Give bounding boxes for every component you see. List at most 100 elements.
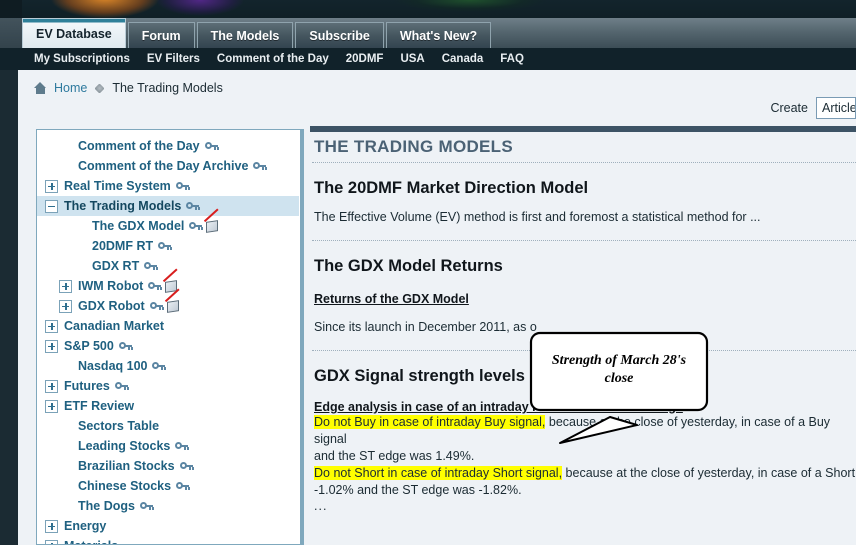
sidebar-item-label: Chinese Stocks — [78, 479, 172, 493]
sidebar-item-real-time-system[interactable]: Real Time System — [37, 176, 299, 196]
sidebar-item-leading-stocks[interactable]: Leading Stocks — [37, 436, 299, 456]
divider-3 — [312, 350, 856, 351]
sidebar-item-label: Comment of the Day Archive — [78, 159, 249, 173]
home-icon — [34, 82, 47, 94]
breadcrumb: Home The Trading Models — [18, 70, 856, 106]
breadcrumb-current: The Trading Models — [112, 81, 223, 95]
sidebar-panel: Comment of the Day Comment of the Day Arc… — [36, 129, 304, 545]
sidebar-item-energy[interactable]: Energy — [37, 516, 299, 536]
create-type-select[interactable]: Article — [816, 97, 856, 119]
tab-subscribe[interactable]: Subscribe — [295, 22, 384, 48]
subnav-my-subscriptions[interactable]: My Subscriptions — [34, 53, 130, 65]
subnav-comment-of-the-day[interactable]: Comment of the Day — [217, 53, 329, 65]
sidebar-item-label: ETF Review — [64, 399, 135, 413]
expand-plus-icon[interactable] — [45, 399, 58, 413]
expand-plus-icon[interactable] — [45, 379, 58, 393]
sidebar-item-the-trading-models[interactable]: The Trading Models — [37, 196, 299, 216]
key-icon — [175, 182, 190, 191]
key-icon — [148, 282, 163, 291]
paragraph-gdx-returns: Since its launch in December 2011, as o — [314, 320, 537, 334]
key-icon — [186, 202, 201, 211]
sidebar-item-gdx-robot[interactable]: GDX Robot — [37, 288, 299, 316]
key-icon — [158, 242, 173, 251]
tab-strip-left-cap — [0, 18, 22, 48]
sidebar-item-label: The GDX Model — [92, 219, 185, 233]
restricted-book-icon — [164, 288, 180, 313]
sidebar-tree: Comment of the Day Comment of the Day Arc… — [37, 130, 299, 544]
sidebar-item-label: Energy — [64, 519, 107, 533]
sidebar-item-gdx-rt[interactable]: GDX RT — [37, 256, 299, 276]
sidebar-item-label: Real Time System — [64, 179, 171, 193]
highlight-do-not-short: Do not Short in case of intraday Short s… — [314, 466, 563, 480]
create-row: Create Article — [770, 95, 856, 121]
expand-plus-icon[interactable] — [45, 519, 58, 533]
expand-plus-icon[interactable] — [45, 319, 58, 333]
heading-gdx-model-returns: The GDX Model Returns — [314, 257, 503, 275]
sidebar-item-futures[interactable]: Futures — [37, 376, 299, 396]
sidebar-item-comment-of-the-day-archive[interactable]: Comment of the Day Archive — [37, 156, 299, 176]
sidebar-item-s-p-500[interactable]: S&P 500 — [37, 336, 299, 356]
key-icon — [253, 162, 268, 171]
sidebar-item-nasdaq-100[interactable]: Nasdaq 100 — [37, 356, 299, 376]
subnav-usa[interactable]: USA — [400, 53, 424, 65]
edge-line-3-rest: because at the close of yesterday, in ca… — [562, 466, 856, 480]
tab-whats-new[interactable]: What's New? — [385, 22, 492, 48]
edge-line-2: and the ST edge was 1.49%. — [314, 449, 475, 463]
expand-plus-icon[interactable] — [45, 539, 58, 544]
primary-tabs: EV Database Forum The Models Subscribe W… — [22, 18, 493, 48]
sidebar-item-label: GDX Robot — [78, 299, 145, 313]
sidebar-item-chinese-stocks[interactable]: Chinese Stocks — [37, 476, 299, 496]
callout-line-1: Strength of March 28's — [551, 353, 687, 368]
sidebar-item-20dmf-rt[interactable]: 20DMF RT — [37, 236, 299, 256]
sidebar-item-label: Leading Stocks — [78, 439, 171, 453]
expand-plus-icon[interactable] — [59, 279, 72, 293]
breadcrumb-home-link[interactable]: Home — [54, 81, 87, 95]
sidebar-item-comment-of-the-day[interactable]: Comment of the Day — [37, 136, 299, 156]
key-icon — [118, 342, 133, 351]
key-icon — [176, 482, 191, 491]
sidebar-item-sectors-table[interactable]: Sectors Table — [37, 416, 299, 436]
sidebar-item-materials[interactable]: Materials — [37, 536, 299, 544]
key-icon — [189, 222, 204, 231]
expand-plus-icon[interactable] — [59, 299, 72, 313]
page-root: EV Database Forum The Models Subscribe W… — [0, 0, 856, 545]
sidebar-item-label: Canadian Market — [64, 319, 165, 333]
tab-the-models[interactable]: The Models — [196, 22, 294, 48]
subnav-canada[interactable]: Canada — [442, 53, 484, 65]
sidebar-item-label: Futures — [64, 379, 110, 393]
sidebar-item-label: Materials — [64, 539, 118, 544]
subnav-ev-filters[interactable]: EV Filters — [147, 53, 200, 65]
main-content: THE TRADING MODELS The 20DMF Market Dire… — [312, 134, 856, 545]
expand-plus-icon[interactable] — [45, 339, 58, 353]
sidebar-item-label: Nasdaq 100 — [78, 359, 148, 373]
tab-ev-database[interactable]: EV Database — [22, 18, 126, 48]
subnav-20dmf[interactable]: 20DMF — [346, 53, 384, 65]
sidebar-item-etf-review[interactable]: ETF Review — [37, 396, 299, 416]
create-label: Create — [770, 101, 808, 115]
edge-line-3: Do not Short in case of intraday Short s… — [314, 465, 856, 482]
sidebar-item-iwm-robot[interactable]: IWM Robot — [37, 268, 299, 296]
key-icon — [139, 502, 154, 511]
sidebar-item-label: The Dogs — [78, 499, 135, 513]
sidebar-item-label: 20DMF RT — [92, 239, 154, 253]
secondary-nav: My Subscriptions EV Filters Comment of t… — [0, 48, 856, 70]
breadcrumb-separator-icon — [94, 82, 105, 94]
sidebar-item-the-dogs[interactable]: The Dogs — [37, 496, 299, 516]
key-icon — [149, 302, 164, 311]
sidebar-item-canadian-market[interactable]: Canadian Market — [37, 316, 299, 336]
edge-line-1: Do not Buy in case of intraday Buy signa… — [314, 414, 856, 448]
collapse-minus-icon[interactable] — [45, 199, 58, 213]
sidebar-item-the-gdx-model[interactable]: The GDX Model — [37, 208, 299, 236]
expand-plus-icon[interactable] — [45, 179, 58, 193]
key-icon — [179, 462, 194, 471]
key-icon — [204, 142, 219, 151]
subnav-faq[interactable]: FAQ — [500, 53, 524, 65]
sidebar-item-label: The Trading Models — [64, 199, 182, 213]
sidebar-item-brazilian-stocks[interactable]: Brazilian Stocks — [37, 456, 299, 476]
content-top-bar — [310, 126, 856, 132]
tab-forum[interactable]: Forum — [127, 22, 195, 48]
link-returns-of-the-gdx-model[interactable]: Returns of the GDX Model — [314, 292, 469, 306]
sidebar-item-label: Sectors Table — [78, 419, 160, 433]
key-icon — [152, 362, 167, 371]
edge-ellipsis: ... — [314, 499, 328, 513]
